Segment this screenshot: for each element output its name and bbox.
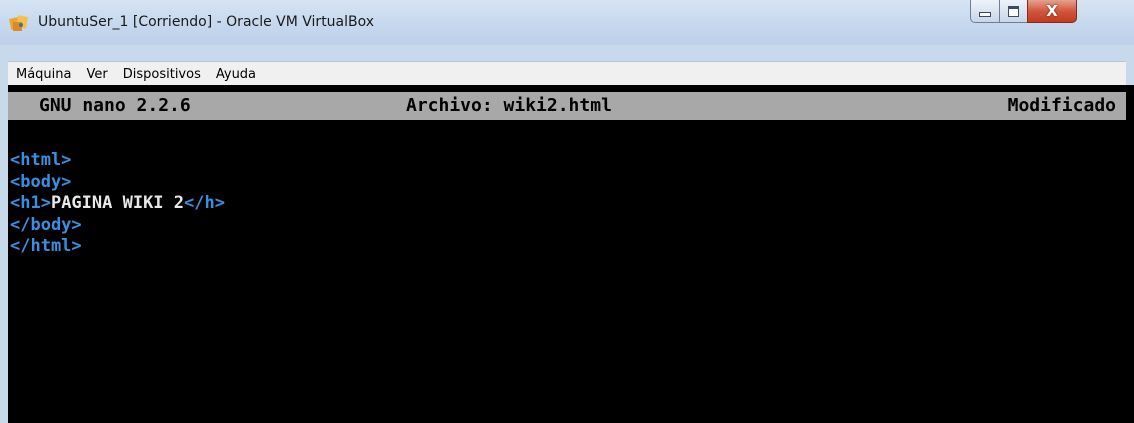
html-tag: </body> — [10, 214, 82, 235]
code-line: <body> — [10, 172, 225, 194]
code-line: <h1>PAGINA WIKI 2</h> — [10, 193, 225, 215]
title-bar[interactable]: UbuntuSer_1 [Corriendo] - Oracle VM Virt… — [0, 0, 1134, 45]
nano-status: Modificado — [1007, 95, 1116, 116]
window-title: UbuntuSer_1 [Corriendo] - Oracle VM Virt… — [38, 14, 375, 30]
menu-maquina[interactable]: Máquina — [8, 67, 79, 82]
menu-ver[interactable]: Ver — [79, 67, 115, 82]
nano-header-bar: GNU nano 2.2.6 Archivo: wiki2.html Modif… — [8, 92, 1126, 120]
virtualbox-window: UbuntuSer_1 [Corriendo] - Oracle VM Virt… — [0, 0, 1134, 423]
minimize-icon — [979, 12, 991, 17]
close-button[interactable]: X — [1027, 0, 1077, 23]
nano-filename: Archivo: wiki2.html — [406, 95, 612, 116]
minimize-button[interactable] — [970, 0, 1000, 23]
nano-version: GNU nano 2.2.6 — [39, 95, 191, 116]
close-icon: X — [1046, 1, 1058, 20]
maximize-icon — [1008, 5, 1019, 17]
html-tag: <h1> — [10, 193, 51, 213]
menu-ayuda[interactable]: Ayuda — [208, 67, 263, 82]
code-line: </body> — [10, 215, 225, 237]
html-tag: <html> — [10, 150, 72, 170]
virtualbox-icon — [9, 15, 28, 31]
editor-content[interactable]: <html> <body> <h1>PAGINA WIKI 2</h> </bo… — [10, 150, 225, 258]
html-tag: </html> — [10, 236, 82, 256]
vm-terminal-screen[interactable]: GNU nano 2.2.6 Archivo: wiki2.html Modif… — [8, 85, 1134, 423]
maximize-button[interactable] — [999, 0, 1028, 23]
heading-text: PAGINA WIKI 2 — [50, 193, 185, 213]
html-tag: <body> — [10, 171, 72, 192]
menu-dispositivos[interactable]: Dispositivos — [115, 67, 208, 82]
code-line: <html> — [10, 150, 225, 172]
code-line: </html> — [10, 236, 225, 258]
html-tag: </h> — [184, 193, 225, 213]
menu-bar: Máquina Ver Dispositivos Ayuda — [8, 61, 1126, 86]
